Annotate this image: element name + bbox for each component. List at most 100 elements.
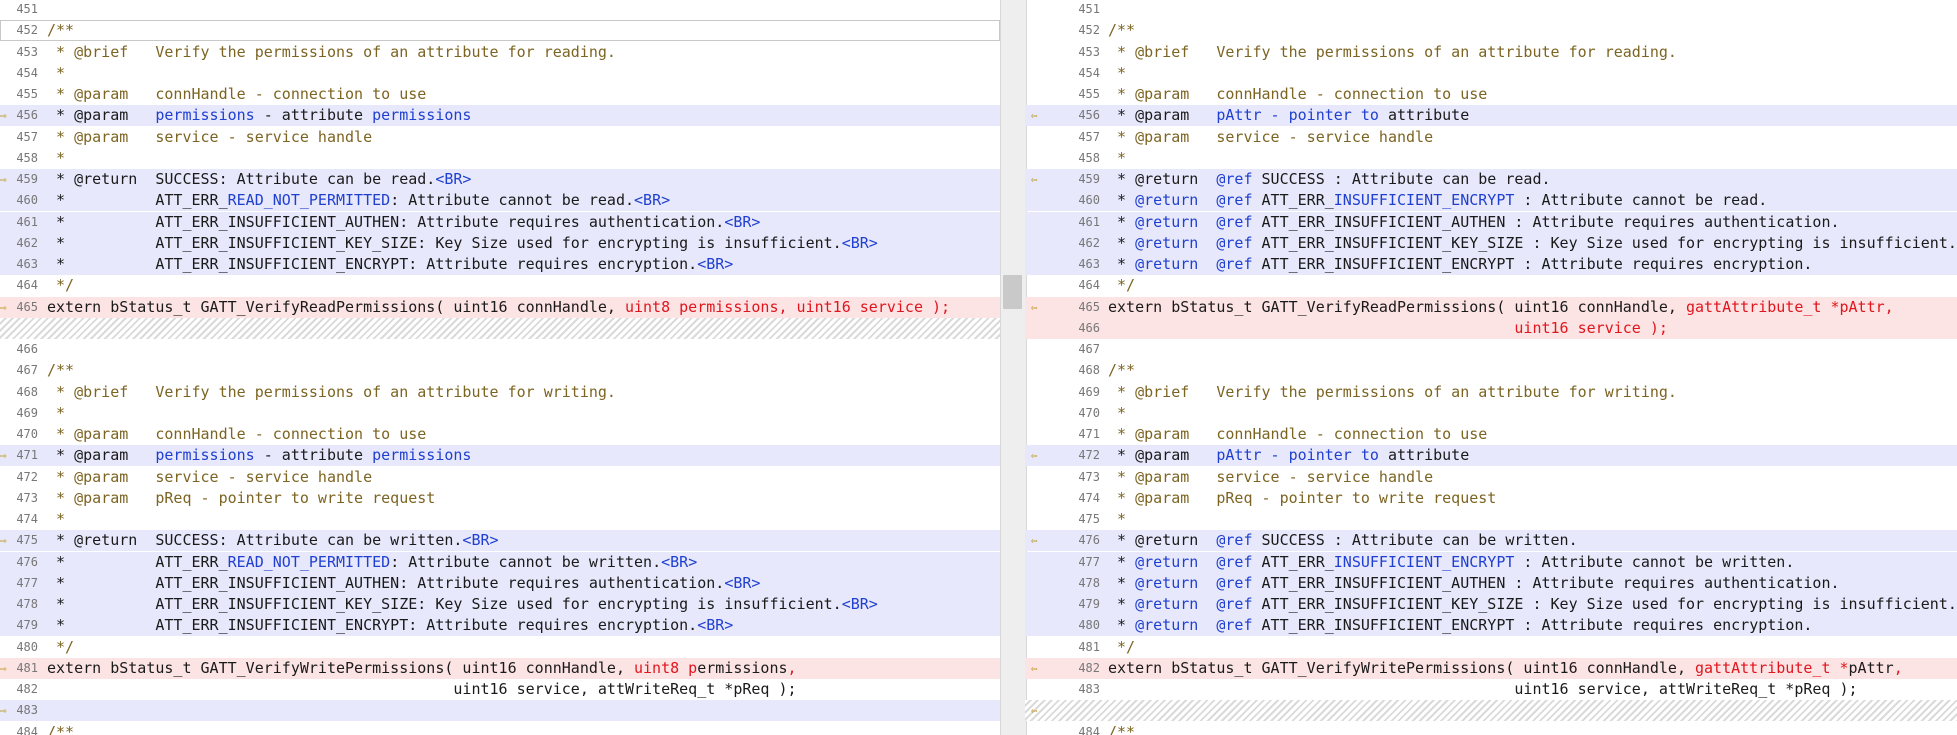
code-line[interactable]: 462 * ATT_ERR_INSUFFICIENT_KEY_SIZE: Key…	[0, 232, 1000, 254]
code-line[interactable]: 473 * @param service - service handle	[1025, 467, 1957, 488]
code-line[interactable]: 458 *	[0, 148, 1000, 169]
diff-arrow-right-icon[interactable]: ⇨	[0, 705, 7, 716]
code-token: permissions	[155, 106, 255, 125]
center-scrollbar[interactable]	[1000, 0, 1027, 735]
code-line[interactable]: 474 *	[0, 509, 1000, 530]
code-line[interactable]: 482 ⇦ extern bStatus_t GATT_VerifyWritePer…	[1025, 657, 1957, 679]
diff-arrow-right-icon[interactable]: ⇨	[0, 174, 7, 185]
code-line[interactable]: 474 * @param pReq - pointer to write req…	[1025, 488, 1957, 509]
line-number: 465	[1078, 299, 1100, 314]
code-line[interactable]: 480 * @return @ref ATT_ERR_INSUFFICIENT_…	[1025, 615, 1957, 637]
code-line[interactable]: 483 uint16 service, attWriteReq_t *pReq …	[1025, 679, 1957, 700]
line-number: 474	[1078, 490, 1100, 505]
code-line[interactable]: 457 * @param service - service handle	[0, 127, 1000, 148]
code-line[interactable]: 455 * @param connHandle - connection to …	[0, 84, 1000, 105]
code-line[interactable]: 476 * ATT_ERR_READ_NOT_PERMITTED: Attrib…	[0, 551, 1000, 573]
code-line[interactable]: 456 ⇨ * @param permissions - attribute pe…	[0, 105, 1000, 127]
code-line[interactable]: 478 * @return @ref ATT_ERR_INSUFFICIENT_…	[1025, 572, 1957, 594]
code-line[interactable]: 470 * @param connHandle - connection to …	[0, 424, 1000, 445]
diff-arrow-left-icon[interactable]: ⇦	[1031, 110, 1038, 121]
diff-arrow-right-icon[interactable]: ⇨	[0, 663, 7, 674]
code-line[interactable]: 466	[0, 339, 1000, 360]
code-line[interactable]: 465 ⇦ extern bStatus_t GATT_VerifyReadPerm…	[1025, 296, 1957, 318]
code-line[interactable]: 454 *	[0, 63, 1000, 84]
code-token: *	[1108, 403, 1127, 422]
code-line[interactable]: 454 *	[1025, 63, 1957, 84]
code-line[interactable]: ⇦	[1025, 700, 1957, 722]
diff-arrow-left-icon[interactable]: ⇦	[1031, 705, 1038, 716]
code-line[interactable]	[0, 317, 1000, 339]
code-line[interactable]: 453 * @brief Verify the permissions of a…	[1025, 42, 1957, 63]
diff-arrow-left-icon[interactable]: ⇦	[1031, 174, 1038, 185]
code-line[interactable]: 479 * @return @ref ATT_ERR_INSUFFICIENT_…	[1025, 594, 1957, 615]
diff-arrow-right-icon[interactable]: ⇨	[0, 302, 7, 313]
code-line[interactable]: 458 *	[1025, 148, 1957, 169]
diff-arrow-left-icon[interactable]: ⇦	[1031, 302, 1038, 313]
code-line[interactable]: 463 * ATT_ERR_INSUFFICIENT_ENCRYPT: Attr…	[0, 254, 1000, 275]
code-line[interactable]: 480 */	[0, 637, 1000, 658]
code-line[interactable]: 453 * @brief Verify the permissions of a…	[0, 42, 1000, 63]
code-line[interactable]: 469 * @brief Verify the permissions of a…	[1025, 382, 1957, 403]
code-line[interactable]: 464 */	[0, 275, 1000, 296]
code-text: * ATT_ERR_INSUFFICIENT_AUTHEN: Attribute…	[47, 212, 1000, 233]
left-diff-pane[interactable]: 451 452 /** 453 * @brief Verify the permiss…	[0, 0, 1000, 735]
code-line[interactable]: 479 * ATT_ERR_INSUFFICIENT_ENCRYPT: Attr…	[0, 615, 1000, 637]
code-line[interactable]: 472 * @param service - service handle	[0, 467, 1000, 488]
code-line[interactable]: 459 ⇨ * @return SUCCESS: Attribute can be…	[0, 169, 1000, 190]
code-line[interactable]: 477 * ATT_ERR_INSUFFICIENT_AUTHEN: Attri…	[0, 572, 1000, 594]
code-line[interactable]: 481 ⇨ extern bStatus_t GATT_VerifyWritePer…	[0, 657, 1000, 679]
code-line[interactable]: 459 ⇦ * @return @ref SUCCESS : Attribute …	[1025, 169, 1957, 190]
code-line[interactable]: 471 * @param connHandle - connection to …	[1025, 424, 1957, 445]
code-line[interactable]: 461 * @return @ref ATT_ERR_INSUFFICIENT_…	[1025, 211, 1957, 233]
code-line[interactable]: 451	[1025, 0, 1957, 20]
right-diff-pane[interactable]: 451 452 /** 453 * @brief Verify the permiss…	[1025, 0, 1957, 735]
code-line[interactable]: 476 ⇦ * @return @ref SUCCESS : Attribute …	[1025, 530, 1957, 552]
code-line[interactable]: 483 ⇨	[0, 700, 1000, 722]
code-line[interactable]: 451	[0, 0, 1000, 20]
code-line[interactable]: 465 ⇨ extern bStatus_t GATT_VerifyReadPerm…	[0, 296, 1000, 318]
code-line[interactable]: 484 /**	[0, 722, 1000, 735]
code-line[interactable]: 475 ⇨ * @return SUCCESS: Attribute can be…	[0, 530, 1000, 552]
code-line[interactable]: 456 ⇦ * @param pAttr - pointer to attribu…	[1025, 105, 1957, 127]
line-number: 467	[16, 363, 38, 378]
diff-arrow-left-icon[interactable]: ⇦	[1031, 663, 1038, 674]
code-line[interactable]: 478 * ATT_ERR_INSUFFICIENT_KEY_SIZE: Key…	[0, 594, 1000, 615]
code-line[interactable]: 467 /**	[0, 360, 1000, 381]
diff-arrow-right-icon[interactable]: ⇨	[0, 110, 7, 121]
diff-arrow-right-icon[interactable]: ⇨	[0, 450, 7, 461]
code-token: @return @ref	[1135, 595, 1253, 613]
code-line[interactable]: 464 */	[1025, 275, 1957, 296]
code-line[interactable]: 484 /**	[1025, 722, 1957, 735]
code-token: */	[1108, 276, 1136, 295]
code-line[interactable]: 463 * @return @ref ATT_ERR_INSUFFICIENT_…	[1025, 254, 1957, 275]
diff-arrow-right-icon[interactable]: ⇨	[0, 535, 7, 546]
code-text: * @param permissions - attribute permiss…	[47, 105, 1000, 126]
code-line[interactable]: 452 /**	[0, 20, 1000, 41]
code-line[interactable]: 467	[1025, 339, 1957, 360]
code-line[interactable]: 468 * @brief Verify the permissions of a…	[0, 382, 1000, 403]
code-line[interactable]: 455 * @param connHandle - connection to …	[1025, 84, 1957, 105]
code-text: * @return @ref ATT_ERR_INSUFFICIENT_KEY_…	[1108, 233, 1957, 254]
scrollbar-thumb[interactable]	[1003, 275, 1022, 309]
diff-arrow-left-icon[interactable]: ⇦	[1031, 535, 1038, 546]
code-line[interactable]: 457 * @param service - service handle	[1025, 127, 1957, 148]
code-line[interactable]: 470 *	[1025, 403, 1957, 424]
code-line[interactable]: 468 /**	[1025, 360, 1957, 381]
code-token: *	[1108, 595, 1136, 613]
code-line[interactable]: 471 ⇨ * @param permissions - attribute pe…	[0, 445, 1000, 467]
code-line[interactable]: 475 *	[1025, 509, 1957, 530]
code-line[interactable]: 460 * @return @ref ATT_ERR_INSUFFICIENT_…	[1025, 190, 1957, 212]
code-line[interactable]: 473 * @param pReq - pointer to write req…	[0, 488, 1000, 509]
code-line[interactable]: 466 uint16 service );	[1025, 317, 1957, 339]
code-line[interactable]: 472 ⇦ * @param pAttr - pointer to attribu…	[1025, 445, 1957, 467]
code-line[interactable]: 460 * ATT_ERR_READ_NOT_PERMITTED: Attrib…	[0, 190, 1000, 212]
code-line[interactable]: 477 * @return @ref ATT_ERR_INSUFFICIENT_…	[1025, 551, 1957, 573]
code-token: *	[47, 63, 66, 82]
code-line[interactable]: 469 *	[0, 403, 1000, 424]
code-line[interactable]: 452 /**	[1025, 20, 1957, 41]
code-line[interactable]: 481 */	[1025, 637, 1957, 658]
diff-arrow-left-icon[interactable]: ⇦	[1031, 450, 1038, 461]
code-line[interactable]: 461 * ATT_ERR_INSUFFICIENT_AUTHEN: Attri…	[0, 211, 1000, 233]
code-line[interactable]: 482 uint16 service, attWriteReq_t *pReq …	[0, 679, 1000, 700]
code-line[interactable]: 462 * @return @ref ATT_ERR_INSUFFICIENT_…	[1025, 232, 1957, 254]
